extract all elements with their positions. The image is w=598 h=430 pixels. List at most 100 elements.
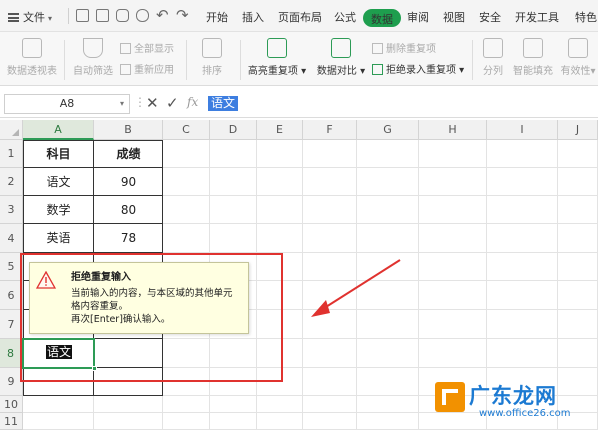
autofilter-button[interactable]: 自动筛选 xyxy=(70,38,116,77)
select-all-corner[interactable] xyxy=(0,120,23,140)
cell-a3[interactable]: 数学 xyxy=(23,196,94,224)
tab-review[interactable]: 审阅 xyxy=(407,9,429,25)
column-header-i[interactable]: I xyxy=(487,120,558,140)
table-border-line xyxy=(23,195,163,196)
accept-icon[interactable]: ✓ xyxy=(166,94,179,112)
highlight-duplicates-button[interactable]: 高亮重复项 ▾ xyxy=(246,38,308,77)
row-header-2[interactable]: 2 xyxy=(0,168,23,196)
print-icon[interactable] xyxy=(116,9,129,22)
smart-fill-button[interactable]: 智能填充 xyxy=(510,38,556,77)
tab-developer[interactable]: 开发工具 xyxy=(515,9,559,25)
tab-data[interactable]: 数据 xyxy=(363,9,401,27)
cell-b3[interactable]: 80 xyxy=(94,196,163,224)
tab-formula[interactable]: 公式 xyxy=(334,9,356,25)
highlight-duplicates-icon xyxy=(267,38,287,58)
row-header-4[interactable]: 4 xyxy=(0,224,23,253)
row-header-10[interactable]: 10 xyxy=(0,396,23,413)
column-header-h[interactable]: H xyxy=(419,120,487,140)
column-header-e[interactable]: E xyxy=(257,120,303,140)
drag-handle-icon[interactable]: ⋮ xyxy=(134,95,146,109)
tab-view[interactable]: 视图 xyxy=(443,9,465,25)
split-column-button[interactable]: 分列 xyxy=(478,38,508,77)
cancel-icon[interactable]: ✕ xyxy=(146,94,159,112)
cell-a1[interactable]: 科目 xyxy=(23,140,94,168)
menu-bar: 文件 ▾ ↶ ↷ 开始 插入 页面布局 公式 数据 审阅 视图 安全 开发工具 特… xyxy=(0,0,598,32)
file-menu[interactable]: 文件 ▾ xyxy=(8,9,52,25)
sort-icon xyxy=(202,38,222,58)
cell-b4[interactable]: 78 xyxy=(94,224,163,253)
toolbar-divider xyxy=(68,8,69,24)
formula-text: 语文 xyxy=(208,96,239,111)
tab-features[interactable]: 特色 xyxy=(575,9,597,25)
row-header-3[interactable]: 3 xyxy=(0,196,23,224)
reapply-icon xyxy=(120,64,131,75)
formula-bar: A8 ▾ ⋮ ✕ ✓ fx 语文 xyxy=(0,90,598,118)
name-box[interactable]: A8 ▾ xyxy=(4,94,130,114)
show-all-icon xyxy=(120,43,131,54)
reject-duplicates-icon xyxy=(372,64,383,75)
cell-b1[interactable]: 成绩 xyxy=(94,140,163,168)
show-all-button[interactable]: 全部显示 xyxy=(120,40,174,55)
tab-page-layout[interactable]: 页面布局 xyxy=(278,9,322,25)
chevron-down-icon: ▾ xyxy=(297,66,307,77)
split-column-icon xyxy=(483,38,503,58)
pivot-table-icon xyxy=(22,38,42,58)
redo-icon[interactable]: ↷ xyxy=(176,6,189,24)
column-header-f[interactable]: F xyxy=(303,120,357,140)
print-preview-icon[interactable] xyxy=(136,9,149,22)
pivot-table-button[interactable]: 数据透视表 xyxy=(4,38,60,77)
tab-home[interactable]: 开始 xyxy=(206,9,228,25)
table-border-line xyxy=(23,140,163,141)
filter-icon xyxy=(83,38,103,58)
row-header-1[interactable]: 1 xyxy=(0,140,23,168)
table-border-line xyxy=(23,223,163,224)
watermark-name: 广东龙网 xyxy=(469,384,557,408)
data-compare-button[interactable]: 数据对比 ▾ xyxy=(314,38,368,77)
smart-fill-icon xyxy=(523,38,543,58)
cell-b2[interactable]: 90 xyxy=(94,168,163,196)
chevron-down-icon: ▾ xyxy=(48,14,53,23)
delete-duplicates-icon xyxy=(372,43,383,54)
chevron-down-icon: ▾ xyxy=(590,66,596,77)
tab-security[interactable]: 安全 xyxy=(479,9,501,25)
cell-a2[interactable]: 语文 xyxy=(23,168,94,196)
delete-duplicates-button[interactable]: 删除重复项 xyxy=(372,40,436,55)
table-border-line xyxy=(23,167,163,168)
chevron-down-icon: ▾ xyxy=(456,65,465,76)
column-header-b[interactable]: B xyxy=(94,120,163,140)
sort-button[interactable]: 排序 xyxy=(190,38,234,77)
column-header-d[interactable]: D xyxy=(210,120,257,140)
grid-line xyxy=(356,140,357,430)
validity-icon xyxy=(568,38,588,58)
hamburger-icon xyxy=(8,13,19,22)
grid-line xyxy=(418,140,419,430)
table-border-line xyxy=(23,395,163,396)
grid-line xyxy=(302,140,303,430)
undo-icon[interactable]: ↶ xyxy=(156,6,169,24)
watermark: 广东龙网 www.office26.com xyxy=(435,376,598,430)
tab-insert[interactable]: 插入 xyxy=(242,9,264,25)
ribbon-divider xyxy=(186,40,187,80)
chevron-down-icon: ▾ xyxy=(356,66,366,77)
watermark-url: www.office26.com xyxy=(479,408,571,419)
data-compare-icon xyxy=(331,38,351,58)
reapply-button[interactable]: 重新应用 xyxy=(120,61,174,76)
formula-input[interactable]: 语文 xyxy=(208,94,594,114)
column-header-a[interactable]: A xyxy=(23,120,94,140)
row-header-11[interactable]: 11 xyxy=(0,413,23,430)
save-icon[interactable] xyxy=(76,9,89,22)
reject-duplicates-button[interactable]: 拒绝录入重复项 ▾ xyxy=(372,61,464,76)
export-pdf-icon[interactable] xyxy=(96,9,109,22)
ribbon-divider xyxy=(472,40,473,80)
column-header-c[interactable]: C xyxy=(163,120,210,140)
insert-function-icon[interactable]: fx xyxy=(187,95,198,109)
validity-button[interactable]: 有效性▾ xyxy=(558,38,598,77)
cell-a4[interactable]: 英语 xyxy=(23,224,94,253)
column-header-j[interactable]: J xyxy=(558,120,598,140)
brand-logo-icon xyxy=(435,382,465,412)
ribbon-divider xyxy=(64,40,65,80)
ribbon-divider xyxy=(240,40,241,80)
annotation-highlight-box xyxy=(20,253,283,382)
column-header-g[interactable]: G xyxy=(357,120,419,140)
ribbon: 数据透视表 自动筛选 全部显示 重新应用 排序 高亮重复项 ▾ 数据对比 ▾ 删… xyxy=(0,32,598,86)
